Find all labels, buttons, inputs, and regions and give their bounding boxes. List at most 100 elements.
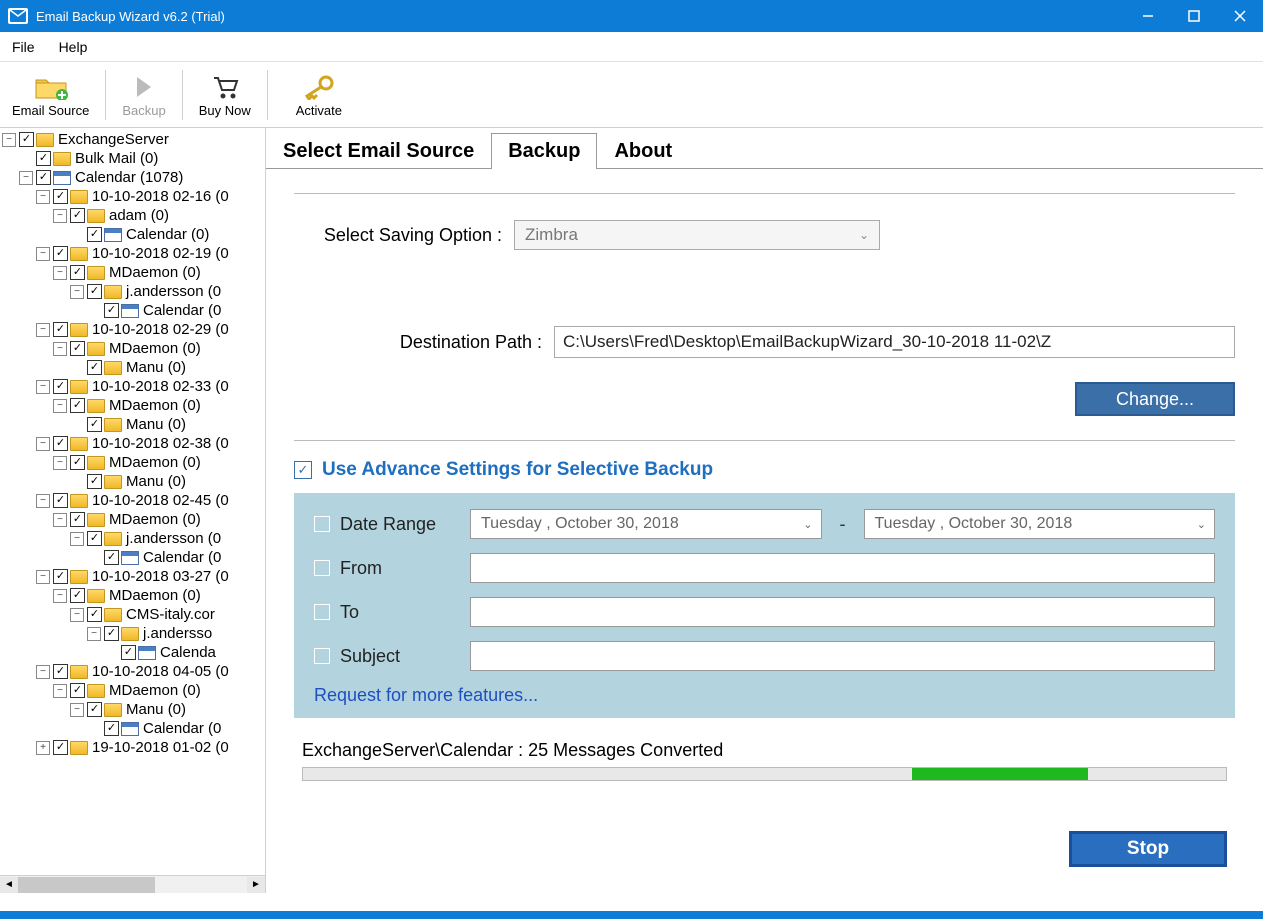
tree-checkbox[interactable] (70, 512, 85, 527)
collapse-icon[interactable]: − (36, 570, 50, 584)
tree-checkbox[interactable] (36, 151, 51, 166)
minimize-button[interactable] (1125, 0, 1171, 32)
tree-checkbox[interactable] (87, 227, 102, 242)
collapse-icon[interactable]: − (53, 342, 67, 356)
horizontal-scrollbar[interactable]: ◄ ► (0, 875, 265, 893)
collapse-icon[interactable]: − (53, 456, 67, 470)
tree-item[interactable]: Calendar (0 (2, 719, 263, 738)
tree-checkbox[interactable] (104, 721, 119, 736)
tree-checkbox[interactable] (70, 455, 85, 470)
date-from-picker[interactable]: Tuesday , October 30, 2018⌄ (470, 509, 822, 539)
tree-checkbox[interactable] (53, 379, 68, 394)
saving-option-select[interactable]: Zimbra ⌄ (514, 220, 880, 250)
tree-checkbox[interactable] (70, 588, 85, 603)
expand-icon[interactable]: + (36, 741, 50, 755)
tree-item[interactable]: Calendar (0 (2, 548, 263, 567)
tree-checkbox[interactable] (70, 341, 85, 356)
tree-item[interactable]: −MDaemon (0) (2, 263, 263, 282)
tab-backup[interactable]: Backup (491, 133, 597, 169)
destination-path-input[interactable]: C:\Users\Fred\Desktop\EmailBackupWizard_… (554, 326, 1235, 358)
collapse-icon[interactable]: − (53, 684, 67, 698)
tree-item[interactable]: −MDaemon (0) (2, 681, 263, 700)
collapse-icon[interactable]: − (70, 608, 84, 622)
tree-checkbox[interactable] (87, 284, 102, 299)
tree-item[interactable]: −ExchangeServer (2, 130, 263, 149)
tree-checkbox[interactable] (53, 322, 68, 337)
to-input[interactable] (470, 597, 1215, 627)
tree-item[interactable]: −MDaemon (0) (2, 396, 263, 415)
tree-checkbox[interactable] (70, 265, 85, 280)
tree-checkbox[interactable] (104, 550, 119, 565)
collapse-icon[interactable]: − (53, 209, 67, 223)
tab-about[interactable]: About (597, 133, 689, 169)
tree-checkbox[interactable] (70, 683, 85, 698)
menu-help[interactable]: Help (59, 39, 88, 55)
tree-item[interactable]: Calendar (0 (2, 301, 263, 320)
subject-input[interactable] (470, 641, 1215, 671)
tree-checkbox[interactable] (87, 702, 102, 717)
tree-item[interactable]: −10-10-2018 02-16 (0 (2, 187, 263, 206)
collapse-icon[interactable]: − (70, 285, 84, 299)
tree-item[interactable]: −10-10-2018 02-19 (0 (2, 244, 263, 263)
advance-settings-checkbox[interactable]: ✓ (294, 461, 312, 479)
tree-checkbox[interactable] (53, 740, 68, 755)
tree-checkbox[interactable] (87, 474, 102, 489)
tree-item[interactable]: Bulk Mail (0) (2, 149, 263, 168)
request-features-link[interactable]: Request for more features... (314, 685, 1215, 706)
collapse-icon[interactable]: − (36, 323, 50, 337)
subject-checkbox[interactable] (314, 648, 330, 664)
tree-checkbox[interactable] (53, 664, 68, 679)
collapse-icon[interactable]: − (36, 494, 50, 508)
tree-checkbox[interactable] (87, 607, 102, 622)
tree-checkbox[interactable] (53, 493, 68, 508)
tree-item[interactable]: Calenda (2, 643, 263, 662)
tree-item[interactable]: −j.andersso (2, 624, 263, 643)
tree-checkbox[interactable] (70, 208, 85, 223)
date-to-picker[interactable]: Tuesday , October 30, 2018⌄ (864, 509, 1216, 539)
from-checkbox[interactable] (314, 560, 330, 576)
tree-item[interactable]: −MDaemon (0) (2, 586, 263, 605)
tree-checkbox[interactable] (87, 360, 102, 375)
tree-item[interactable]: Calendar (0) (2, 225, 263, 244)
close-button[interactable] (1217, 0, 1263, 32)
collapse-icon[interactable]: − (53, 266, 67, 280)
change-button[interactable]: Change... (1075, 382, 1235, 416)
tree-checkbox[interactable] (19, 132, 34, 147)
tree-item[interactable]: Manu (0) (2, 472, 263, 491)
tree-item[interactable]: Manu (0) (2, 415, 263, 434)
menu-file[interactable]: File (12, 39, 35, 55)
collapse-icon[interactable]: − (36, 380, 50, 394)
from-input[interactable] (470, 553, 1215, 583)
folder-tree[interactable]: −ExchangeServerBulk Mail (0)−Calendar (1… (0, 128, 265, 759)
collapse-icon[interactable]: − (53, 589, 67, 603)
buy-now-button[interactable]: Buy Now (187, 62, 263, 127)
collapse-icon[interactable]: − (36, 437, 50, 451)
tree-checkbox[interactable] (70, 398, 85, 413)
collapse-icon[interactable]: − (70, 703, 84, 717)
collapse-icon[interactable]: − (36, 190, 50, 204)
tree-item[interactable]: −10-10-2018 04-05 (0 (2, 662, 263, 681)
tree-item[interactable]: +19-10-2018 01-02 (0 (2, 738, 263, 757)
to-checkbox[interactable] (314, 604, 330, 620)
tree-item[interactable]: −j.andersson (0 (2, 282, 263, 301)
collapse-icon[interactable]: − (36, 665, 50, 679)
tree-item[interactable]: −10-10-2018 02-29 (0 (2, 320, 263, 339)
collapse-icon[interactable]: − (36, 247, 50, 261)
tree-checkbox[interactable] (121, 645, 136, 660)
tree-checkbox[interactable] (36, 170, 51, 185)
tree-item[interactable]: Manu (0) (2, 358, 263, 377)
tree-item[interactable]: −10-10-2018 03-27 (0 (2, 567, 263, 586)
tree-checkbox[interactable] (53, 569, 68, 584)
tree-item[interactable]: −j.andersson (0 (2, 529, 263, 548)
tree-checkbox[interactable] (104, 303, 119, 318)
tree-checkbox[interactable] (53, 246, 68, 261)
collapse-icon[interactable]: − (70, 532, 84, 546)
collapse-icon[interactable]: − (53, 399, 67, 413)
stop-button[interactable]: Stop (1069, 831, 1227, 867)
tree-checkbox[interactable] (53, 436, 68, 451)
tree-item[interactable]: −MDaemon (0) (2, 453, 263, 472)
collapse-icon[interactable]: − (2, 133, 16, 147)
tree-item[interactable]: −10-10-2018 02-38 (0 (2, 434, 263, 453)
email-source-button[interactable]: Email Source (0, 62, 101, 127)
tree-checkbox[interactable] (87, 531, 102, 546)
